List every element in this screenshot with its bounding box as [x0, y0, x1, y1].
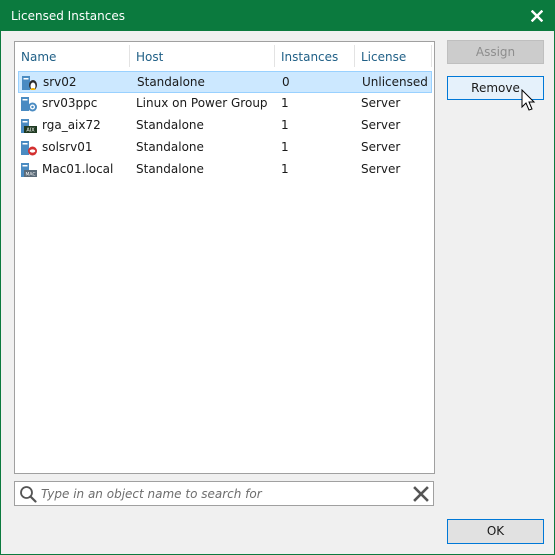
- table-row[interactable]: solsrv01 Standalone 1 Server: [18, 137, 432, 159]
- instances-list[interactable]: Name Host Instances License srv02 Standa…: [14, 41, 435, 474]
- cell-host: Standalone: [136, 162, 204, 176]
- power-server-icon: [21, 97, 37, 112]
- cell-license: Server: [361, 118, 401, 132]
- column-header-instances[interactable]: Instances: [275, 45, 354, 69]
- window-title: Licensed Instances: [11, 9, 125, 23]
- close-icon: [531, 10, 543, 22]
- cell-name: srv03ppc: [42, 96, 98, 110]
- cell-license: Server: [361, 140, 401, 154]
- licensed-instances-dialog: Licensed Instances Name Host Instances L…: [0, 0, 555, 555]
- cell-instances: 1: [281, 96, 289, 110]
- cell-instances: 1: [281, 162, 289, 176]
- cell-host: Standalone: [136, 140, 204, 154]
- cell-host: Standalone: [136, 118, 204, 132]
- cell-name: Mac01.local: [42, 162, 114, 176]
- title-bar: Licensed Instances: [1, 1, 554, 31]
- close-button[interactable]: [524, 3, 550, 29]
- cell-instances: 1: [281, 118, 289, 132]
- mac-server-icon: MAC: [21, 163, 37, 178]
- linux-server-icon: [22, 76, 37, 90]
- column-header-license[interactable]: License: [355, 45, 431, 69]
- mouse-cursor-icon: [521, 89, 536, 111]
- column-separator[interactable]: [431, 45, 432, 67]
- cell-instances: 0: [282, 75, 290, 89]
- column-header-host[interactable]: Host: [130, 45, 274, 69]
- column-header-name[interactable]: Name: [15, 45, 129, 69]
- cell-instances: 1: [281, 140, 289, 154]
- table-row[interactable]: srv03ppc Linux on Power Group 1 Server: [18, 93, 432, 115]
- solaris-server-icon: [21, 141, 37, 156]
- aix-server-icon: AIX: [21, 119, 37, 134]
- svg-text:MAC: MAC: [25, 172, 35, 178]
- table-row[interactable]: srv02 Standalone 0 Unlicensed: [18, 71, 432, 93]
- search-input[interactable]: [41, 484, 401, 503]
- table-row[interactable]: MAC Mac01.local Standalone 1 Server: [18, 159, 432, 181]
- clear-search-icon[interactable]: [413, 486, 429, 502]
- cell-name: srv02: [43, 75, 77, 89]
- cell-host: Standalone: [137, 75, 205, 89]
- assign-button[interactable]: Assign: [447, 40, 544, 64]
- table-row[interactable]: AIX rga_aix72 Standalone 1 Server: [18, 115, 432, 137]
- cell-name: rga_aix72: [42, 118, 101, 132]
- svg-text:AIX: AIX: [26, 128, 35, 134]
- cell-name: solsrv01: [42, 140, 93, 154]
- cell-license: Server: [361, 162, 401, 176]
- search-box[interactable]: [14, 481, 434, 506]
- cell-host: Linux on Power Group: [136, 96, 268, 110]
- search-icon: [20, 486, 37, 503]
- cell-license: Server: [361, 96, 401, 110]
- ok-button[interactable]: OK: [447, 519, 544, 544]
- cell-license: Unlicensed: [362, 75, 428, 89]
